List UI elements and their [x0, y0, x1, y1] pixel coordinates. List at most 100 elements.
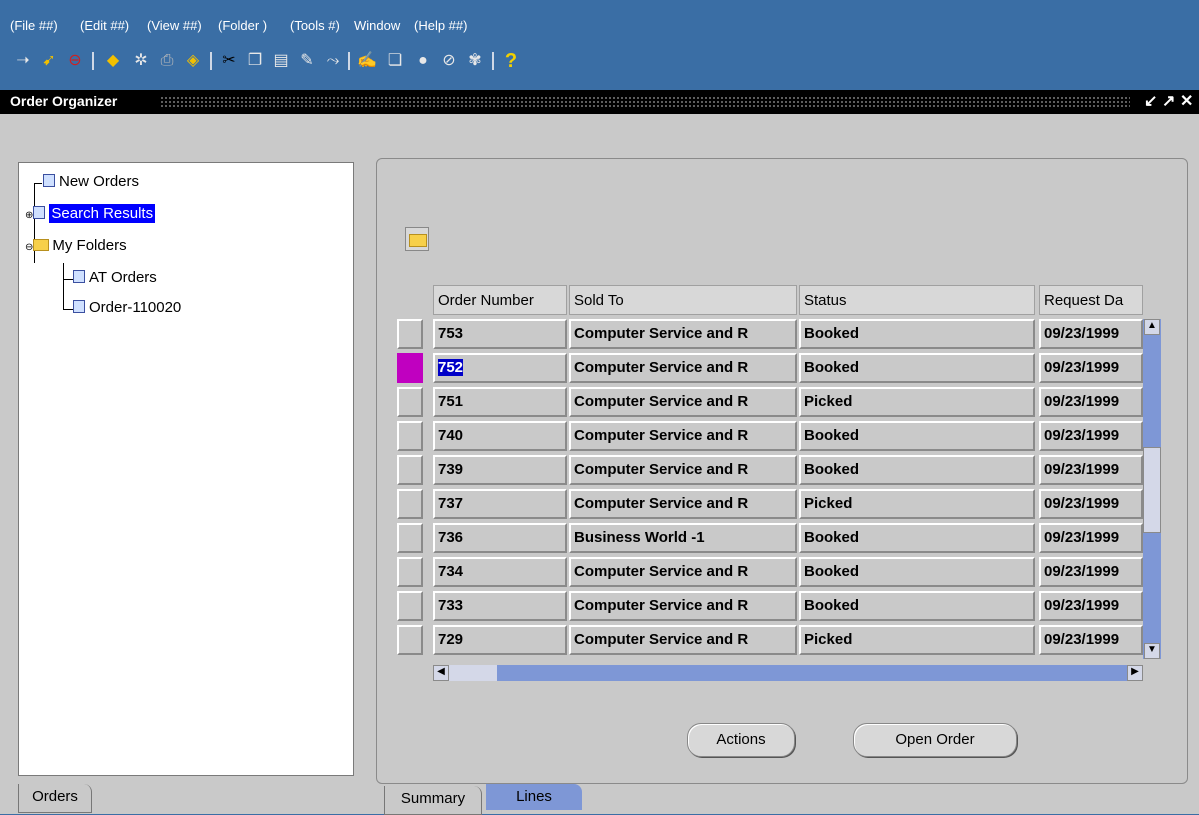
new-icon[interactable]: ➝ [12, 51, 34, 71]
sold-to-cell[interactable]: Business World -1 [569, 523, 797, 553]
sold-to-cell[interactable]: Computer Service and R [569, 319, 797, 349]
edit-field-icon[interactable]: ✍ [356, 51, 378, 71]
column-header-sold-to[interactable]: Sold To [569, 285, 797, 315]
scroll-left-icon[interactable]: ◀ [433, 665, 449, 681]
open-order-button[interactable]: Open Order [853, 723, 1017, 757]
order-number-cell[interactable]: 751 [433, 387, 567, 417]
help-icon[interactable]: ? [500, 51, 522, 71]
horizontal-scrollbar[interactable]: ◀ ▶ [433, 665, 1143, 681]
scroll-up-icon[interactable]: ▲ [1144, 319, 1160, 335]
request-date-cell[interactable]: 09/23/1999 [1039, 387, 1143, 417]
zoom-icon[interactable]: ❏ [384, 51, 406, 71]
attachments-icon[interactable]: ⊘ [438, 51, 460, 71]
status-cell[interactable]: Booked [799, 591, 1035, 621]
scroll-thumb[interactable] [1143, 447, 1161, 533]
record-indicator[interactable] [397, 625, 423, 655]
vertical-scrollbar[interactable]: ▲ ▼ [1143, 319, 1161, 659]
order-number-cell[interactable]: 733 [433, 591, 567, 621]
tree-item-new-orders[interactable]: New Orders [43, 173, 139, 190]
column-header-order-number[interactable]: Order Number [433, 285, 567, 315]
close-form-icon[interactable]: ◈ [182, 51, 204, 71]
tab-orders[interactable]: Orders [18, 784, 92, 813]
navigator-icon[interactable]: ✲ [130, 51, 152, 71]
record-indicator[interactable] [397, 353, 423, 383]
expand-icon[interactable]: ⊕ [25, 210, 33, 221]
status-cell[interactable]: Picked [799, 489, 1035, 519]
order-number-cell[interactable]: 752 [433, 353, 567, 383]
record-indicator[interactable] [397, 489, 423, 519]
sold-to-cell[interactable]: Computer Service and R [569, 421, 797, 451]
delete-icon[interactable]: ⤳ [322, 51, 344, 71]
collapse-icon[interactable]: ⊖ [25, 242, 33, 253]
order-number-cell[interactable]: 753 [433, 319, 567, 349]
flashlight-icon[interactable]: ➹ [38, 51, 60, 71]
status-cell[interactable]: Picked [799, 625, 1035, 655]
stop-icon[interactable]: ⊖ [64, 51, 86, 71]
request-date-cell[interactable]: 09/23/1999 [1039, 625, 1143, 655]
record-indicator[interactable] [397, 523, 423, 553]
tab-summary[interactable]: Summary [384, 786, 482, 815]
cut-icon[interactable]: ✂ [218, 51, 240, 71]
status-cell[interactable]: Booked [799, 421, 1035, 451]
record-indicator[interactable] [397, 319, 423, 349]
record-indicator[interactable] [397, 455, 423, 485]
request-date-cell[interactable]: 09/23/1999 [1039, 421, 1143, 451]
request-date-cell[interactable]: 09/23/1999 [1039, 557, 1143, 587]
folder-tools-icon[interactable]: ✾ [464, 51, 486, 71]
scroll-right-icon[interactable]: ▶ [1127, 665, 1143, 681]
sold-to-cell[interactable]: Computer Service and R [569, 455, 797, 485]
paste-icon[interactable]: ▤ [270, 51, 292, 71]
status-cell[interactable]: Booked [799, 455, 1035, 485]
sold-to-cell[interactable]: Computer Service and R [569, 489, 797, 519]
request-date-cell[interactable]: 09/23/1999 [1039, 523, 1143, 553]
copy-icon[interactable]: ❐ [244, 51, 266, 71]
column-header-request-date[interactable]: Request Da [1039, 285, 1143, 315]
request-date-cell[interactable]: 09/23/1999 [1039, 455, 1143, 485]
status-cell[interactable]: Booked [799, 557, 1035, 587]
sold-to-cell[interactable]: Computer Service and R [569, 591, 797, 621]
tree-item-at-orders[interactable]: AT Orders [73, 269, 157, 286]
record-indicator[interactable] [397, 557, 423, 587]
save-icon[interactable]: ◆ [102, 51, 124, 71]
request-date-cell[interactable]: 09/23/1999 [1039, 591, 1143, 621]
maximize-icon[interactable]: ↗ [1162, 91, 1175, 111]
record-indicator[interactable] [397, 421, 423, 451]
scroll-thumb[interactable] [449, 665, 497, 681]
menu-view[interactable]: (View ##) [147, 18, 202, 33]
sold-to-cell[interactable]: Computer Service and R [569, 353, 797, 383]
minimize-icon[interactable]: ↙ [1144, 91, 1157, 111]
clear-icon[interactable]: ✎ [296, 51, 318, 71]
tree-item-order-110020[interactable]: Order-110020 [73, 299, 181, 316]
order-number-cell[interactable]: 737 [433, 489, 567, 519]
menu-folder[interactable]: (Folder ) [218, 18, 267, 33]
translations-icon[interactable]: ● [412, 51, 434, 71]
actions-button[interactable]: Actions [687, 723, 795, 757]
scroll-down-icon[interactable]: ▼ [1144, 643, 1160, 659]
record-indicator[interactable] [397, 387, 423, 417]
column-header-status[interactable]: Status [799, 285, 1035, 315]
status-cell[interactable]: Booked [799, 319, 1035, 349]
menu-edit[interactable]: (Edit ##) [80, 18, 129, 33]
open-folder-button[interactable] [405, 227, 429, 251]
sold-to-cell[interactable]: Computer Service and R [569, 387, 797, 417]
tab-lines[interactable]: Lines [486, 784, 582, 810]
sold-to-cell[interactable]: Computer Service and R [569, 557, 797, 587]
order-number-cell[interactable]: 740 [433, 421, 567, 451]
order-number-cell[interactable]: 729 [433, 625, 567, 655]
menu-file[interactable]: (File ##) [10, 18, 58, 33]
status-cell[interactable]: Booked [799, 523, 1035, 553]
order-number-cell[interactable]: 734 [433, 557, 567, 587]
request-date-cell[interactable]: 09/23/1999 [1039, 489, 1143, 519]
status-cell[interactable]: Picked [799, 387, 1035, 417]
tree-item-search-results[interactable]: ⊕ Search Results [25, 204, 156, 223]
menu-tools[interactable]: (Tools #) [290, 18, 340, 33]
order-number-cell[interactable]: 739 [433, 455, 567, 485]
sold-to-cell[interactable]: Computer Service and R [569, 625, 797, 655]
request-date-cell[interactable]: 09/23/1999 [1039, 353, 1143, 383]
record-indicator[interactable] [397, 591, 423, 621]
print-icon[interactable]: ⎙ [156, 51, 178, 71]
order-number-cell[interactable]: 736 [433, 523, 567, 553]
request-date-cell[interactable]: 09/23/1999 [1039, 319, 1143, 349]
close-icon[interactable]: ✕ [1180, 91, 1193, 111]
tree-item-my-folders[interactable]: ⊖ My Folders [25, 237, 127, 254]
